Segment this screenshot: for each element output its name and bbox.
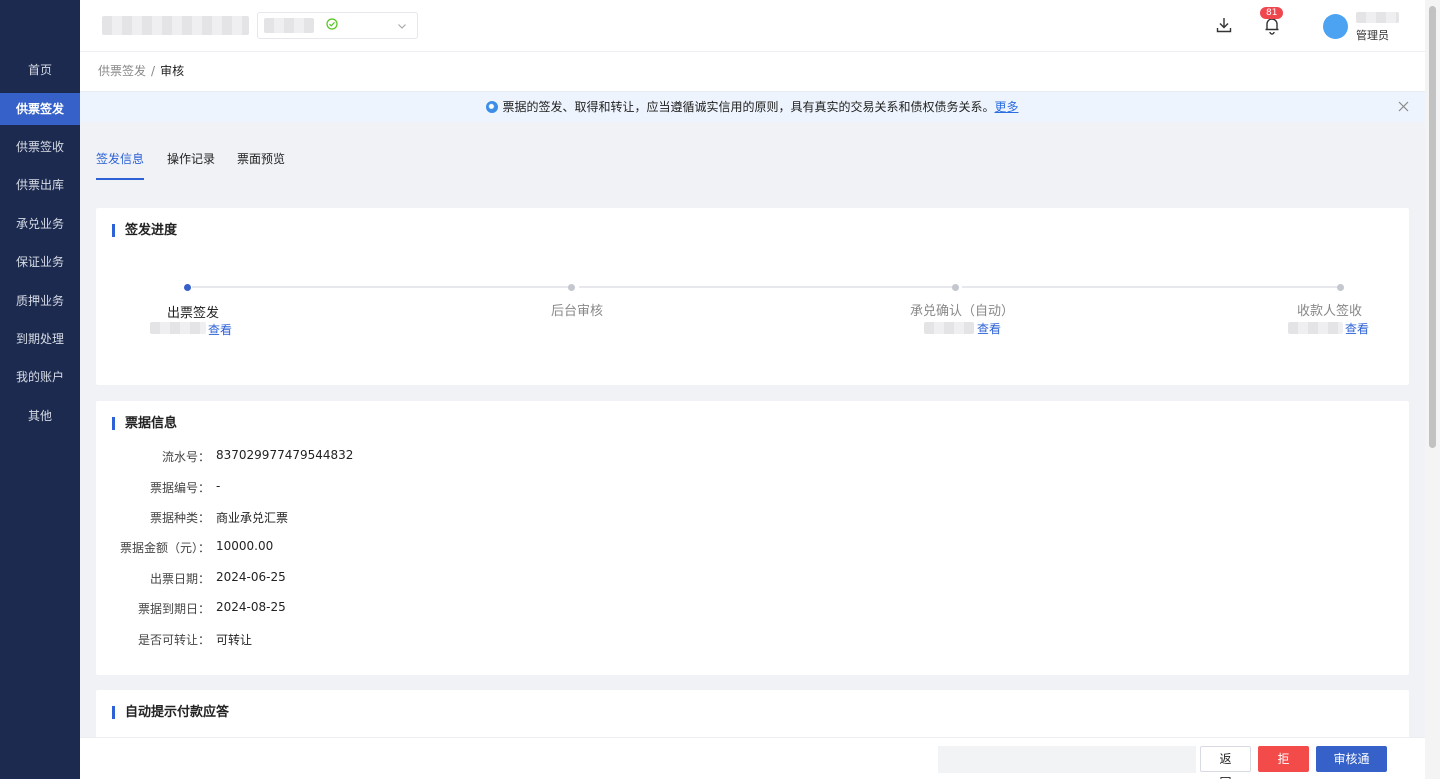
progress-card: 签发进度 出票签发 查看 后台审核 承兑确认（自动） 查看 收款人签收 查看: [96, 208, 1409, 385]
notice-text: 票据的签发、取得和转让，应当遵循诚实信用的原则，具有真实的交易关系和债权债务关系…: [502, 100, 995, 114]
info-label-bill-type: 票据种类：: [149, 511, 210, 525]
redacted-org-name: [264, 18, 314, 33]
top-header: 81 管理员: [80, 0, 1425, 52]
step-dot-issue: [184, 284, 191, 291]
sidebar-item-bill-receive[interactable]: 供票签收: [0, 131, 80, 163]
info-value-bill-type: 商业承兑汇票: [216, 511, 289, 525]
sidebar-item-maturity[interactable]: 到期处理: [0, 323, 80, 355]
progress-title: 签发进度: [112, 224, 177, 237]
tab-issue-info[interactable]: 签发信息: [96, 150, 145, 180]
info-label-issue-date: 出票日期：: [149, 572, 210, 586]
info-label-transferable: 是否可转让：: [137, 633, 210, 647]
tab-operation-log[interactable]: 操作记录: [167, 150, 215, 180]
sidebar-item-acceptance[interactable]: 承兑业务: [0, 208, 80, 240]
avatar[interactable]: [1323, 14, 1348, 39]
back-button[interactable]: 返 回: [1200, 746, 1251, 779]
step-view-link-acceptance[interactable]: 查看: [977, 320, 1001, 337]
info-value-amount: 10000.00: [216, 539, 274, 553]
info-label-amount: 票据金额（元）：: [119, 541, 210, 555]
step-label-acceptance: 承兑确认（自动）: [910, 304, 1015, 319]
step-connector: [962, 286, 1338, 288]
sidebar-item-guarantee[interactable]: 保证业务: [0, 246, 80, 278]
auto-reply-title: 自动提示付款应答: [112, 706, 229, 719]
step-label-issue: 出票签发: [167, 306, 220, 321]
redacted-step-time: [924, 322, 974, 334]
step-view-link-issue[interactable]: 查看: [208, 321, 232, 338]
redacted-step-time: [150, 322, 206, 334]
bill-info-title: 票据信息: [112, 417, 177, 430]
info-label-bill-no: 票据编号：: [149, 481, 210, 495]
action-bar: 返 回 拒 绝 审核通过: [80, 737, 1425, 779]
redacted-footer-field: [938, 746, 1196, 773]
sidebar-item-home[interactable]: 首页: [0, 54, 80, 86]
step-label-payee: 收款人签收: [1297, 304, 1363, 319]
bill-info-card: 票据信息 流水号： 837029977479544832 票据编号： - 票据种…: [96, 401, 1409, 675]
info-label-due-date: 票据到期日：: [137, 602, 210, 616]
step-connector: [579, 286, 955, 288]
info-value-transferable: 可转让: [216, 633, 253, 647]
sidebar-item-pledge[interactable]: 质押业务: [0, 285, 80, 317]
sidebar-item-bill-outbound[interactable]: 供票出库: [0, 169, 80, 201]
breadcrumb-parent[interactable]: 供票签发: [98, 64, 146, 78]
step-dot-review: [568, 284, 575, 291]
chevron-down-icon: [398, 24, 406, 29]
step-view-link-payee[interactable]: 查看: [1345, 320, 1369, 337]
step-dot-acceptance: [952, 284, 959, 291]
org-select[interactable]: [257, 12, 418, 39]
notice-banner: 票据的签发、取得和转让，应当遵循诚实信用的原则，具有真实的交易关系和债权债务关系…: [80, 92, 1425, 122]
redacted-company-name: [102, 16, 249, 35]
sidebar-item-other[interactable]: 其他: [0, 400, 80, 432]
info-value-due-date: 2024-08-25: [216, 600, 286, 614]
download-icon[interactable]: [1214, 15, 1234, 35]
breadcrumb-current: 审核: [160, 64, 185, 78]
page-scrollbar[interactable]: [1425, 0, 1440, 779]
breadcrumb: 供票签发 / 审核: [80, 52, 1425, 92]
tab-bill-preview[interactable]: 票面预览: [237, 150, 285, 180]
info-label-serial: 流水号：: [161, 450, 210, 464]
redacted-user-name: [1356, 12, 1399, 23]
scrollbar-thumb[interactable]: [1429, 6, 1436, 448]
step-label-review: 后台审核: [551, 304, 604, 319]
check-circle-icon: [326, 18, 338, 30]
sidebar-item-bill-issue[interactable]: 供票签发: [0, 93, 80, 125]
sidebar: 首页 供票签发 供票签收 供票出库 承兑业务 保证业务 质押业务 到期处理 我的…: [0, 0, 80, 779]
sidebar-item-my-account[interactable]: 我的账户: [0, 361, 80, 393]
info-value-serial: 837029977479544832: [216, 448, 354, 462]
redacted-step-time: [1288, 322, 1343, 334]
step-dot-payee: [1337, 284, 1344, 291]
info-value-bill-no: -: [216, 479, 221, 493]
close-icon[interactable]: [1398, 101, 1409, 112]
approve-button[interactable]: 审核通过: [1316, 746, 1387, 779]
breadcrumb-separator: /: [151, 64, 156, 78]
info-value-issue-date: 2024-06-25: [216, 570, 286, 584]
step-connector: [192, 286, 572, 288]
reject-button[interactable]: 拒 绝: [1258, 746, 1309, 779]
notice-more-link[interactable]: 更多: [995, 100, 1019, 114]
info-icon: [486, 101, 499, 113]
notification-badge: 81: [1260, 7, 1284, 19]
user-role: 管理员: [1356, 29, 1389, 42]
